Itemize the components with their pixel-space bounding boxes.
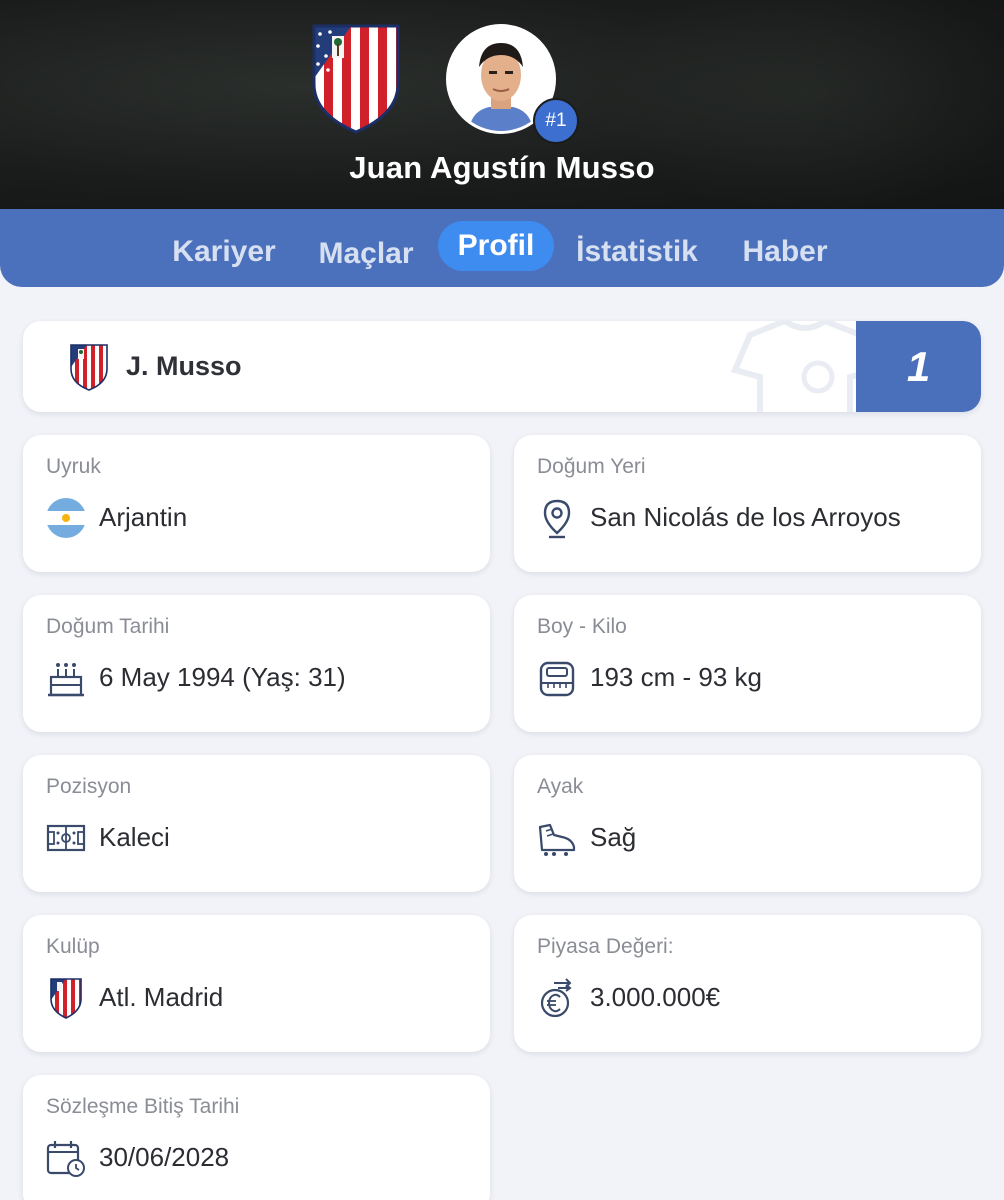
club-value[interactable]: Atl. Madrid <box>99 982 223 1013</box>
tab-profil[interactable]: Profil <box>438 221 554 271</box>
scale-icon <box>539 661 575 697</box>
info-card-birthdate: Doğum Tarihi 6 May 1994 (Yaş: 31) <box>23 595 490 732</box>
player-short-name: J. Musso <box>126 351 242 381</box>
market-value-value: 3.000.000€ <box>590 982 721 1012</box>
player-name-card: J. Musso 1 <box>23 321 981 412</box>
profile-tab-bar: Kariyer Maçlar Profil İstatistik Haber <box>0 209 1004 287</box>
football-boot-icon <box>538 823 576 856</box>
club-crest-icon <box>70 344 108 391</box>
info-card-foot: Ayak Sağ <box>514 755 981 892</box>
club-crest-icon[interactable] <box>310 22 402 134</box>
tab-maclar[interactable]: Maçlar <box>306 229 426 279</box>
info-card-club: Kulüp Atl. Madrid <box>23 915 490 1052</box>
birthdate-label: Doğum Tarihi <box>46 615 170 638</box>
jersey-number-badge: #1 <box>533 98 579 144</box>
height-weight-label: Boy - Kilo <box>537 615 627 638</box>
tab-istatistik[interactable]: İstatistik <box>568 227 706 277</box>
argentina-flag-icon <box>46 498 86 538</box>
birthplace-label: Doğum Yeri <box>537 455 646 478</box>
nationality-label: Uyruk <box>46 455 101 478</box>
info-card-position: Pozisyon Kaleci <box>23 755 490 892</box>
market-value-label: Piyasa Değeri: <box>537 935 674 958</box>
birthplace-value: San Nicolás de los Arroyos <box>590 502 901 532</box>
club-crest-icon[interactable] <box>45 977 87 1019</box>
jersey-number: 1 <box>856 321 981 412</box>
birthday-cake-icon <box>48 663 84 697</box>
position-label: Pozisyon <box>46 775 132 798</box>
tab-haber[interactable]: Haber <box>730 227 840 277</box>
contract-end-label: Sözleşme Bitiş Tarihi <box>46 1095 240 1118</box>
player-full-name: Juan Agustín Musso <box>349 150 655 185</box>
euro-transfer-icon <box>540 978 572 1018</box>
foot-value: Sağ <box>590 822 637 852</box>
info-card-nationality: Uyruk Arjantin <box>23 435 490 572</box>
location-pin-icon <box>543 499 571 539</box>
info-card-birthplace: Doğum Yeri San Nicolás de los Arroyos <box>514 435 981 572</box>
tab-kariyer[interactable]: Kariyer <box>164 227 284 277</box>
pitch-icon <box>46 824 86 852</box>
club-label: Kulüp <box>46 935 100 958</box>
calendar-clock-icon <box>46 1141 85 1177</box>
info-card-height-weight: Boy - Kilo 193 cm - 93 kg <box>514 595 981 732</box>
foot-label: Ayak <box>537 775 584 798</box>
nationality-value: Arjantin <box>99 502 188 532</box>
info-card-market-value: Piyasa Değeri: 3.000.000€ <box>514 915 981 1052</box>
info-card-contract-end: Sözleşme Bitiş Tarihi 30/06/2028 <box>23 1075 490 1200</box>
height-weight-value: 193 cm - 93 kg <box>590 662 762 692</box>
birthdate-value: 6 May 1994 (Yaş: 31) <box>99 662 346 692</box>
position-value: Kaleci <box>99 822 170 852</box>
player-header: #1 Juan Agustín Musso <box>0 0 1004 215</box>
contract-end-value: 30/06/2028 <box>99 1142 230 1172</box>
